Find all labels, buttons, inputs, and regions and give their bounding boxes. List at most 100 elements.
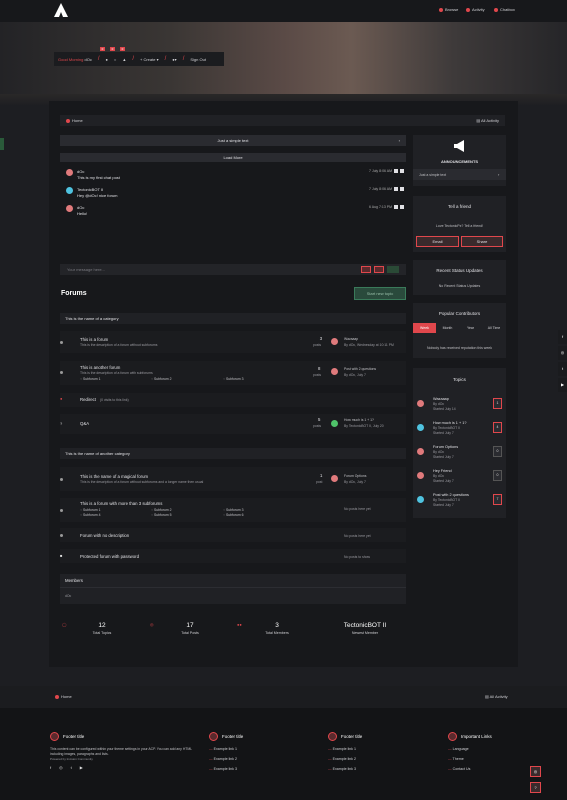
megaphone-icon[interactable]: ▲ (122, 57, 126, 62)
upload-button[interactable] (374, 266, 384, 273)
status-updates-widget: Recent Status Updates No Recent Status U… (413, 260, 506, 295)
topic-title[interactable]: Forum Options (433, 445, 458, 449)
link-icon (328, 732, 337, 741)
bell-icon[interactable]: ● (106, 57, 108, 62)
topic-title[interactable]: How much is 1 + 1? (433, 421, 466, 425)
tab-year[interactable]: Year (459, 323, 482, 333)
breadcrumb-home[interactable]: Home (66, 118, 83, 123)
edit-icon[interactable] (400, 187, 404, 191)
twitter-icon[interactable]: t (558, 362, 567, 376)
tab-all-time[interactable]: All Time (482, 323, 506, 333)
chat-input[interactable]: Your message here... (60, 264, 406, 275)
quote-icon[interactable] (394, 187, 398, 191)
youtube-icon[interactable]: ▶ (558, 378, 567, 392)
forum-row: ■ Protected forum with password No posts… (60, 549, 406, 563)
help-button[interactable]: ? (530, 782, 541, 793)
footer-breadcrumb: Home ▤ All Activity (0, 686, 567, 708)
avatar (417, 424, 424, 431)
chat-announcement: Just a simple text › (60, 135, 406, 146)
activity-icon (466, 7, 470, 12)
members-box: Members dOc (60, 574, 406, 604)
comment-icon: ◯ (62, 622, 67, 627)
side-tab[interactable] (0, 138, 4, 150)
stat-members: ●● 3 Total Members (237, 622, 289, 635)
chevron-right-icon[interactable]: › (399, 135, 400, 146)
nav-browse[interactable]: Browse (439, 7, 458, 12)
subforum-link[interactable]: ◌ Subforum 3 (223, 377, 244, 381)
edit-icon[interactable] (400, 169, 404, 173)
avatar (66, 187, 73, 194)
subforum-link[interactable]: ◌ Subforum 4 (80, 513, 101, 517)
twitter-icon[interactable]: t (71, 765, 72, 770)
footer-home-link[interactable]: Home (55, 694, 72, 699)
subforum-link[interactable]: ◌ Subforum 3 (223, 508, 244, 512)
topic-title[interactable]: Wazaaap (433, 397, 449, 401)
topic-author: By TectonicBOT II (433, 498, 461, 502)
subforum-link[interactable]: ◌ Subforum 1 (80, 508, 101, 512)
redirect-icon: ● (60, 396, 63, 401)
share-button[interactable]: Share (461, 236, 503, 247)
forum-title[interactable]: This is a forum (80, 337, 108, 342)
facebook-icon[interactable]: f (558, 330, 567, 344)
subforum-link[interactable]: ◌ Subforum 1 (80, 377, 101, 381)
topic-date: Started July 7 (433, 455, 454, 459)
youtube-icon[interactable]: ▶ (80, 765, 83, 770)
smiley-button[interactable] (361, 266, 371, 273)
nav-chatbox[interactable]: Chatbox (494, 7, 515, 12)
chat-message: dOc Hello! 6 Aug 7:13 PM (66, 205, 406, 219)
topic-title[interactable]: Hey Friend (433, 469, 452, 473)
email-button[interactable]: Email (416, 236, 459, 247)
create-menu[interactable]: + Create ▾ (140, 57, 159, 62)
topic-item[interactable]: Wazaaap By dOc Started July 14 1 (417, 397, 503, 417)
facebook-icon[interactable]: f (50, 765, 51, 770)
load-more-button[interactable]: Load More (60, 153, 406, 162)
topic-title[interactable]: Post with 2 questions (433, 493, 469, 497)
site-logo[interactable] (54, 3, 68, 17)
avatar (417, 496, 424, 503)
subforum-link[interactable]: ◌ Subforum 6 (223, 513, 244, 517)
greeting: Good Morning dOc (58, 56, 92, 62)
topic-item[interactable]: How much is 1 + 1? By TectonicBOT II Start… (417, 421, 503, 441)
chevron-right-icon[interactable]: › (498, 172, 499, 177)
all-activity-link[interactable]: ▤ All Activity (476, 118, 499, 123)
footer-activity-link[interactable]: ▤ All Activity (485, 694, 508, 699)
forum-row: This is another forum This is the descri… (60, 361, 406, 385)
tab-month[interactable]: Month (436, 323, 459, 333)
chat-message: TectonicBOT II Hey @dOc! nice forum 7 Ju… (66, 187, 406, 201)
stat-posts: ◎ 17 Total Posts (150, 622, 199, 635)
home-icon (66, 118, 70, 123)
user-avatar[interactable]: ●▾ (172, 57, 176, 62)
sign-out-link[interactable]: Sign Out (190, 57, 206, 62)
reply-count: 7 (493, 494, 502, 505)
topic-item[interactable]: Hey Friend By dOc Started July 7 0 (417, 469, 503, 489)
topic-item[interactable]: Post with 2 questions By TectonicBOT II St… (417, 493, 503, 513)
theme-toggle-button[interactable]: ◎ (530, 766, 541, 777)
tab-week[interactable]: Week (413, 323, 436, 333)
quote-icon[interactable] (394, 169, 398, 173)
avatar (331, 475, 338, 482)
start-topic-button[interactable]: Start new topic (354, 287, 406, 300)
lock-icon: ■ (60, 553, 63, 558)
send-button[interactable] (387, 266, 399, 273)
nav-activity[interactable]: Activity (466, 7, 485, 12)
forum-read-icon (60, 534, 63, 537)
quote-icon[interactable] (394, 205, 398, 209)
avatar (331, 368, 338, 375)
instagram-icon[interactable]: ◎ (558, 346, 567, 360)
browse-icon (439, 7, 443, 12)
subforum-link[interactable]: ◌ Subforum 2 (151, 377, 172, 381)
forum-row: This is a forum with more than 3 subforu… (60, 498, 406, 522)
edit-icon[interactable] (400, 205, 404, 209)
subforum-link[interactable]: ◌ Subforum 2 (151, 508, 172, 512)
reply-count: 0 (493, 470, 502, 481)
topic-date: Started July 14 (433, 407, 456, 411)
topic-item[interactable]: Forum Options By dOc Started July 7 0 (417, 445, 503, 465)
instagram-icon[interactable]: ◎ (59, 765, 63, 770)
subforum-link[interactable]: ◌ Subforum 5 (151, 513, 172, 517)
stat-topics: ◯ 12 Total Topics (62, 622, 112, 635)
reply-count: 0 (493, 446, 502, 457)
category-header[interactable]: This is the name of another category (60, 448, 406, 459)
chat-icon[interactable]: ○ (114, 57, 116, 62)
info-icon (50, 732, 59, 741)
category-header[interactable]: This is the name of a category (60, 313, 406, 324)
